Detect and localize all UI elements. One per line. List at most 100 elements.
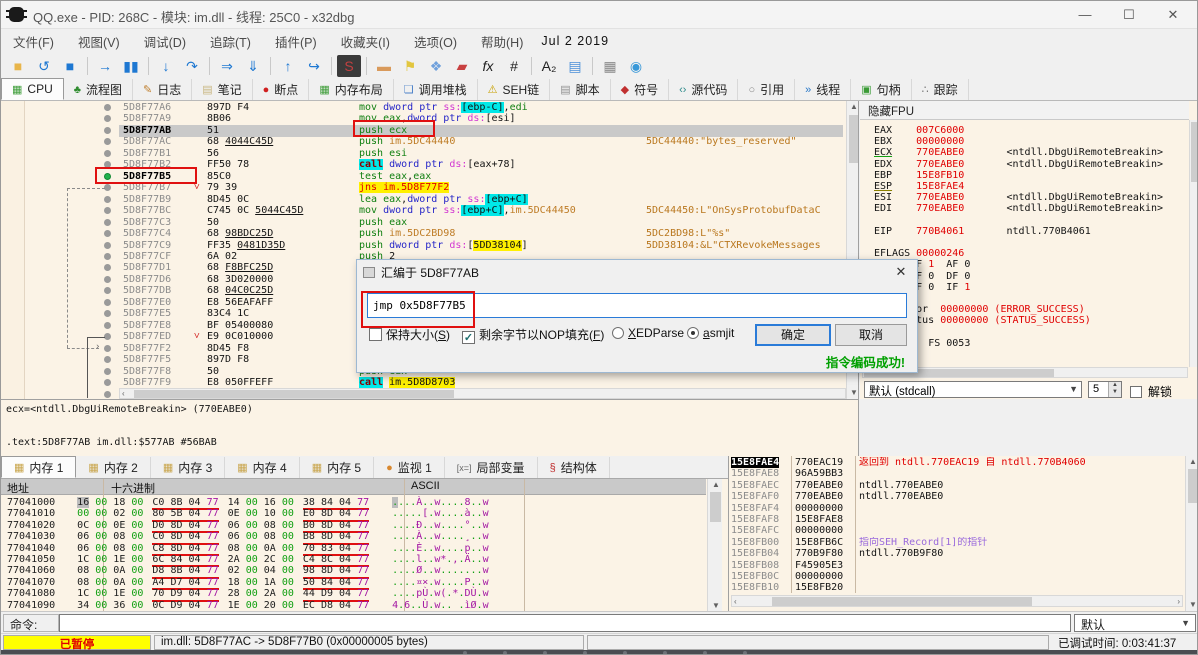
run-until-return-icon[interactable]: ↑ bbox=[276, 55, 300, 77]
tab-调用堆栈[interactable]: ❏ 调用堆栈 bbox=[394, 79, 478, 100]
maximize-button[interactable]: ☐ bbox=[1107, 1, 1151, 29]
tab-内存 4[interactable]: ▦ 内存 4 bbox=[225, 457, 300, 478]
dump-vscrollbar[interactable]: ▲ ▼ bbox=[707, 479, 722, 612]
favourites-icon[interactable]: ⚑ bbox=[398, 55, 422, 77]
tab-内存 1[interactable]: ▦ 内存 1 bbox=[1, 456, 77, 478]
row-dot-icon[interactable] bbox=[104, 321, 111, 329]
minimize-button[interactable]: — bbox=[1063, 1, 1107, 29]
register-line[interactable]: ESP 15E8FAE4 bbox=[874, 181, 964, 192]
nop-fill-checkbox[interactable]: ✓ 剩余字节以NOP填充(F) bbox=[462, 326, 604, 344]
row-dot-icon[interactable] bbox=[104, 115, 111, 123]
row-dot-icon[interactable] bbox=[104, 310, 111, 318]
calculator-icon[interactable]: ▦ bbox=[598, 55, 622, 77]
disassembly-hscrollbar[interactable]: ‹ bbox=[119, 388, 846, 399]
tab-CPU[interactable]: ▦ CPU bbox=[1, 78, 64, 100]
xedparse-radio[interactable]: XEDParse bbox=[612, 326, 684, 340]
row-dot-icon[interactable] bbox=[104, 379, 111, 387]
asmjit-radio[interactable]: asmjit bbox=[687, 326, 734, 340]
register-line[interactable]: EBX 00000000 bbox=[874, 136, 964, 147]
tab-内存 3[interactable]: ▦ 内存 3 bbox=[151, 457, 226, 478]
spinner-arrows-icon[interactable]: ▲ ▼ bbox=[1108, 382, 1121, 397]
tab-源代码[interactable]: ‹› 源代码 bbox=[669, 79, 739, 100]
register-line[interactable]: ECX 770EABE0 <ntdll.DbgUiRemoteBreakin> bbox=[874, 147, 1163, 158]
menu-item[interactable]: 调试(D) bbox=[132, 29, 198, 54]
disasm-row[interactable]: 5D8F77C4 68 98BDC25D push im.5DC2BD98 5DC2B… bbox=[1, 228, 846, 240]
scylla-icon[interactable]: S bbox=[337, 55, 361, 77]
disasm-row[interactable]: 5D8F77A6 897D F4 mov dword ptr ss:[ebp-C],… bbox=[1, 102, 846, 114]
register-line[interactable]: ESI 770EABE0 <ntdll.DbgUiRemoteBreakin> bbox=[874, 192, 1163, 203]
menu-item[interactable]: 追踪(T) bbox=[198, 29, 263, 54]
registers-vscrollbar[interactable] bbox=[1189, 120, 1197, 367]
stack-vscrollbar[interactable]: ▲ ▼ bbox=[1185, 456, 1197, 611]
ok-button[interactable]: 确定 bbox=[755, 324, 831, 346]
row-dot-icon[interactable] bbox=[104, 275, 111, 283]
tab-监视 1[interactable]: ● 监视 1 bbox=[374, 457, 445, 478]
row-dot-icon[interactable] bbox=[104, 367, 111, 375]
memory-dump-panel[interactable]: 地址 十六进制 ASCII 77041000 16 00 18 00 C0 8B 0… bbox=[1, 478, 728, 613]
tab-内存 2[interactable]: ▦ 内存 2 bbox=[76, 457, 151, 478]
menu-item[interactable]: 选项(O) bbox=[402, 29, 469, 54]
tab-局部变量[interactable]: [x=] 局部变量 bbox=[445, 457, 538, 478]
cancel-button[interactable]: 取消 bbox=[835, 324, 907, 346]
disasm-row[interactable]: 5D8F77C3 50 push eax bbox=[1, 217, 846, 229]
run-to-user-code-icon[interactable]: ⇒ bbox=[215, 55, 239, 77]
hide-fpu-button[interactable]: 隐藏FPU bbox=[860, 101, 1189, 120]
dialog-close-icon[interactable]: ✕ bbox=[889, 262, 913, 281]
menu-item[interactable]: 收藏夹(I) bbox=[329, 29, 402, 54]
tab-内存 5[interactable]: ▦ 内存 5 bbox=[300, 457, 375, 478]
stop-icon[interactable]: ■ bbox=[58, 55, 82, 77]
command-input[interactable] bbox=[59, 614, 1071, 632]
device-icon[interactable]: ▤ bbox=[563, 55, 587, 77]
tab-引用[interactable]: ○ 引用 bbox=[738, 79, 796, 100]
disasm-row[interactable]: 5D8F77B7 ˅ 79 39 jns im.5D8F77F2 bbox=[1, 182, 846, 194]
row-dot-icon[interactable] bbox=[104, 241, 111, 249]
register-line[interactable]: EAX 007C6000 bbox=[874, 125, 964, 136]
patch-icon[interactable]: ▬ bbox=[372, 55, 396, 77]
row-dot-icon[interactable] bbox=[104, 230, 111, 238]
hash-icon[interactable]: # bbox=[502, 55, 526, 77]
tab-日志[interactable]: ✎ 日志 bbox=[133, 79, 193, 100]
row-dot-icon[interactable] bbox=[104, 356, 111, 364]
row-dot-icon[interactable] bbox=[104, 195, 111, 203]
row-dot-icon[interactable] bbox=[104, 287, 111, 295]
register-line[interactable]: EDX 770EABE0 <ntdll.DbgUiRemoteBreakin> bbox=[874, 159, 1163, 170]
tab-线程[interactable]: » 线程 bbox=[795, 79, 852, 100]
tab-句柄[interactable]: ▣ 句柄 bbox=[851, 79, 912, 100]
open-file-icon[interactable]: ■ bbox=[6, 55, 30, 77]
tab-脚本[interactable]: ▤ 脚本 bbox=[550, 79, 611, 100]
row-dot-icon[interactable] bbox=[104, 104, 111, 111]
row-dot-icon[interactable] bbox=[104, 390, 111, 398]
globe-icon[interactable]: ◉ bbox=[624, 55, 648, 77]
menu-item[interactable]: 帮助(H) bbox=[469, 29, 535, 54]
disasm-row[interactable]: 5D8F77BC C745 0C 5044C45D mov dword ptr ss… bbox=[1, 205, 846, 217]
row-dot-icon[interactable] bbox=[104, 218, 111, 226]
close-button[interactable]: ✕ bbox=[1151, 1, 1195, 29]
command-combo[interactable]: 默认 ▼ bbox=[1074, 614, 1196, 632]
font-size-icon[interactable]: A₂ bbox=[537, 55, 561, 77]
row-dot-icon[interactable] bbox=[104, 298, 111, 306]
register-line[interactable]: EFLAGS 00000246 bbox=[874, 248, 964, 259]
pause-icon[interactable]: ▮▮ bbox=[119, 55, 143, 77]
tab-结构体[interactable]: § 结构体 bbox=[538, 457, 610, 478]
bookmarks-icon[interactable]: ▰ bbox=[450, 55, 474, 77]
stack-hscrollbar[interactable]: ‹ › bbox=[731, 595, 1183, 607]
run-icon[interactable]: → bbox=[93, 55, 117, 77]
row-dot-icon[interactable] bbox=[104, 126, 111, 134]
go-to-user-icon[interactable]: ↪ bbox=[302, 55, 326, 77]
keep-size-checkbox[interactable]: 保持大小(S) bbox=[369, 326, 450, 343]
tab-跟踪[interactable]: ∴ 跟踪 bbox=[912, 79, 969, 100]
stack-panel[interactable]: 15E8FAE4 770EAC19 返回到 ntdll.770EAC19 自 ntd… bbox=[728, 456, 1197, 611]
tab-SEH链[interactable]: ⚠ SEH链 bbox=[478, 79, 551, 100]
row-dot-icon[interactable] bbox=[104, 264, 111, 272]
row-dot-icon[interactable] bbox=[104, 344, 111, 352]
disasm-row[interactable]: 5D8F77B9 8D45 0C lea eax,dword ptr ss:[ebp… bbox=[1, 193, 846, 206]
tab-断点[interactable]: ● 断点 bbox=[253, 79, 310, 100]
step-out-icon[interactable]: ⇓ bbox=[241, 55, 265, 77]
row-dot-icon[interactable] bbox=[104, 252, 111, 260]
register-line[interactable]: EBP 15E8FB10 bbox=[874, 170, 964, 181]
tags-icon[interactable]: ❖ bbox=[424, 55, 448, 77]
row-dot-icon[interactable] bbox=[104, 138, 111, 146]
function-icon[interactable]: fx bbox=[476, 55, 500, 77]
restart-icon[interactable]: ↺ bbox=[32, 55, 56, 77]
disasm-row[interactable]: 5D8F77B1 56 push esi bbox=[1, 148, 846, 160]
